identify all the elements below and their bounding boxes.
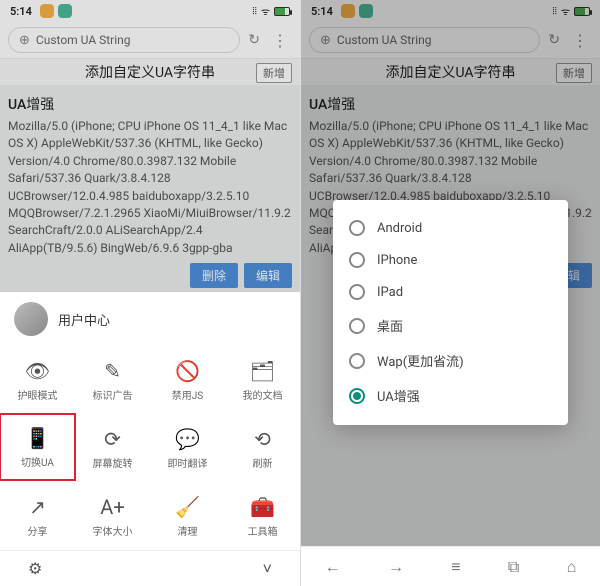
ua-option-4[interactable]: Wap(更加省流) xyxy=(343,343,558,378)
my-docs-icon: 🗂 xyxy=(250,359,275,383)
switch-ua-icon: 📱 xyxy=(25,426,50,450)
radio-icon xyxy=(349,318,365,334)
left-screen: 5:14 ⦙⦙ ᯤ ⊕ Custom UA String ↻ ⋮ 添加自定义UA… xyxy=(0,0,300,586)
rotate-icon: ⟳ xyxy=(104,427,121,451)
nav-home-icon[interactable]: ⌂ xyxy=(567,557,577,577)
translate-label: 即时翻译 xyxy=(168,455,208,470)
my-docs-label: 我的文档 xyxy=(243,387,283,402)
radio-icon xyxy=(349,284,365,300)
tool-share[interactable]: ↗ 分享 xyxy=(0,482,75,550)
tool-my-docs[interactable]: 🗂 我的文档 xyxy=(225,346,300,414)
user-label: 用户中心 xyxy=(58,310,110,329)
user-row[interactable]: 用户中心 xyxy=(0,292,300,346)
settings-icon[interactable]: ⚙ xyxy=(28,559,42,578)
nav-tabs-icon[interactable]: ⧉ xyxy=(508,557,519,577)
font-size-label: 字体大小 xyxy=(93,523,133,538)
bottom-nav: ← → ≡ ⧉ ⌂ xyxy=(301,546,600,586)
nav-menu-icon[interactable]: ≡ xyxy=(451,557,460,577)
font-size-icon: A+ xyxy=(100,495,124,519)
tool-refresh[interactable]: ⟲ 刷新 xyxy=(225,414,300,482)
panel-footer: ⚙ ˅ xyxy=(0,550,300,586)
clean-label: 清理 xyxy=(178,523,198,538)
ua-dialog: Android IPhone IPad 桌面 Wap(更加省流) UA增强 xyxy=(333,200,568,425)
ua-option-label: 桌面 xyxy=(377,316,403,335)
nav-back-icon[interactable]: ← xyxy=(325,557,341,577)
eye-mode-label: 护眼模式 xyxy=(18,387,58,402)
ua-option-1[interactable]: IPhone xyxy=(343,244,558,276)
tool-toolbox[interactable]: 🧰 工具箱 xyxy=(225,482,300,550)
mark-ads-icon: ✎ xyxy=(104,359,121,383)
radio-icon xyxy=(349,353,365,369)
share-icon: ↗ xyxy=(29,495,46,519)
mark-ads-label: 标识广告 xyxy=(93,387,133,402)
ua-option-3[interactable]: 桌面 xyxy=(343,308,558,343)
tool-clean[interactable]: 🧹 清理 xyxy=(150,482,225,550)
disable-js-icon: 🚫 xyxy=(175,359,200,383)
refresh-icon: ⟲ xyxy=(254,427,271,451)
tool-rotate[interactable]: ⟳ 屏幕旋转 xyxy=(75,414,150,482)
disable-js-label: 禁用JS xyxy=(172,387,203,402)
clean-icon: 🧹 xyxy=(175,495,200,519)
refresh-label: 刷新 xyxy=(253,455,273,470)
nav-forward-icon[interactable]: → xyxy=(388,557,404,577)
radio-icon xyxy=(349,252,365,268)
tool-font-size[interactable]: A+ 字体大小 xyxy=(75,482,150,550)
radio-icon xyxy=(349,388,365,404)
ua-option-label: Android xyxy=(377,221,422,236)
tool-translate[interactable]: 💬 即时翻译 xyxy=(150,414,225,482)
tool-disable-js[interactable]: 🚫 禁用JS xyxy=(150,346,225,414)
tool-mark-ads[interactable]: ✎ 标识广告 xyxy=(75,346,150,414)
switch-ua-label: 切换UA xyxy=(21,454,54,469)
translate-icon: 💬 xyxy=(175,427,200,451)
tool-grid: 👁 护眼模式 ✎ 标识广告 🚫 禁用JS 🗂 我的文档 📱 切换UA ⟳ 屏幕旋转 💬 即时翻译 ⟲ 刷新 ↗ 分… xyxy=(0,346,300,550)
collapse-icon[interactable]: ˅ xyxy=(263,559,272,579)
ua-option-2[interactable]: IPad xyxy=(343,276,558,308)
ua-option-label: UA增强 xyxy=(377,386,420,405)
right-screen: 5:14 ⦙⦙ ᯤ ⊕ Custom UA String ↻ ⋮ 添加自定义UA… xyxy=(300,0,600,586)
rotate-label: 屏幕旋转 xyxy=(93,455,133,470)
eye-mode-icon: 👁 xyxy=(25,359,50,383)
tool-switch-ua[interactable]: 📱 切换UA xyxy=(0,413,76,481)
bottom-panel: 用户中心 👁 护眼模式 ✎ 标识广告 🚫 禁用JS 🗂 我的文档 📱 切换UA ⟳ 屏幕旋转 💬 即时翻译… xyxy=(0,292,300,586)
share-label: 分享 xyxy=(28,523,48,538)
ua-option-5[interactable]: UA增强 xyxy=(343,378,558,413)
ua-option-label: IPad xyxy=(377,285,403,300)
tool-eye-mode[interactable]: 👁 护眼模式 xyxy=(0,346,75,414)
toolbox-label: 工具箱 xyxy=(248,523,278,538)
ua-option-label: Wap(更加省流) xyxy=(377,351,464,370)
ua-option-label: IPhone xyxy=(377,253,417,268)
ua-option-0[interactable]: Android xyxy=(343,212,558,244)
radio-icon xyxy=(349,220,365,236)
toolbox-icon: 🧰 xyxy=(250,495,275,519)
avatar xyxy=(14,302,48,336)
